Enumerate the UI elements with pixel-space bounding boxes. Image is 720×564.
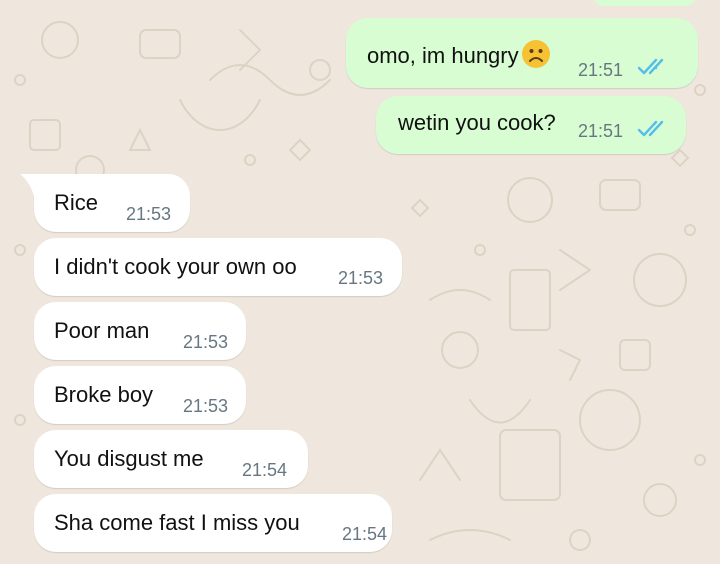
message-timestamp: 21:53 bbox=[338, 268, 384, 288]
incoming-message-bubble[interactable]: Rice 21:53 bbox=[20, 174, 190, 232]
message-text: wetin you cook? bbox=[398, 110, 556, 135]
incoming-message-bubble[interactable]: Broke boy 21:53 bbox=[34, 366, 246, 424]
previous-outgoing-bubble-fragment bbox=[592, 0, 697, 6]
read-receipt-double-check-icon bbox=[637, 58, 664, 75]
message-text: Sha come fast I miss you bbox=[54, 510, 300, 535]
message-timestamp: 21:54 bbox=[242, 460, 288, 480]
message-text: Broke boy bbox=[54, 382, 154, 407]
incoming-message-bubble[interactable]: I didn't cook your own oo 21:53 bbox=[34, 238, 402, 296]
incoming-message-bubble[interactable]: Sha come fast I miss you 21:54 bbox=[34, 494, 392, 552]
bubble-tail bbox=[20, 174, 34, 196]
message-text: Poor man bbox=[54, 318, 150, 343]
incoming-message-bubble[interactable]: Poor man 21:53 bbox=[34, 302, 246, 360]
incoming-message-bubble[interactable]: You disgust me 21:54 bbox=[34, 430, 308, 488]
outgoing-message-bubble[interactable]: wetin you cook? 21:51 bbox=[376, 96, 686, 154]
message-timestamp: 21:54 bbox=[342, 524, 388, 544]
read-receipt-double-check-icon bbox=[637, 120, 664, 137]
message-text: You disgust me bbox=[54, 446, 204, 471]
message-timestamp: 21:53 bbox=[183, 396, 229, 416]
outgoing-message-bubble[interactable]: omo, im hungry 21:51 bbox=[346, 18, 698, 88]
message-timestamp: 21:53 bbox=[126, 204, 172, 224]
slightly-frowning-face-icon bbox=[521, 40, 550, 68]
message-text: I didn't cook your own oo bbox=[54, 254, 297, 279]
message-timestamp: 21:51 bbox=[578, 60, 624, 80]
message-text: omo, im hungry bbox=[367, 40, 551, 72]
message-text: Rice bbox=[54, 190, 99, 215]
message-timestamp: 21:51 bbox=[578, 121, 624, 141]
message-timestamp: 21:53 bbox=[183, 332, 229, 352]
